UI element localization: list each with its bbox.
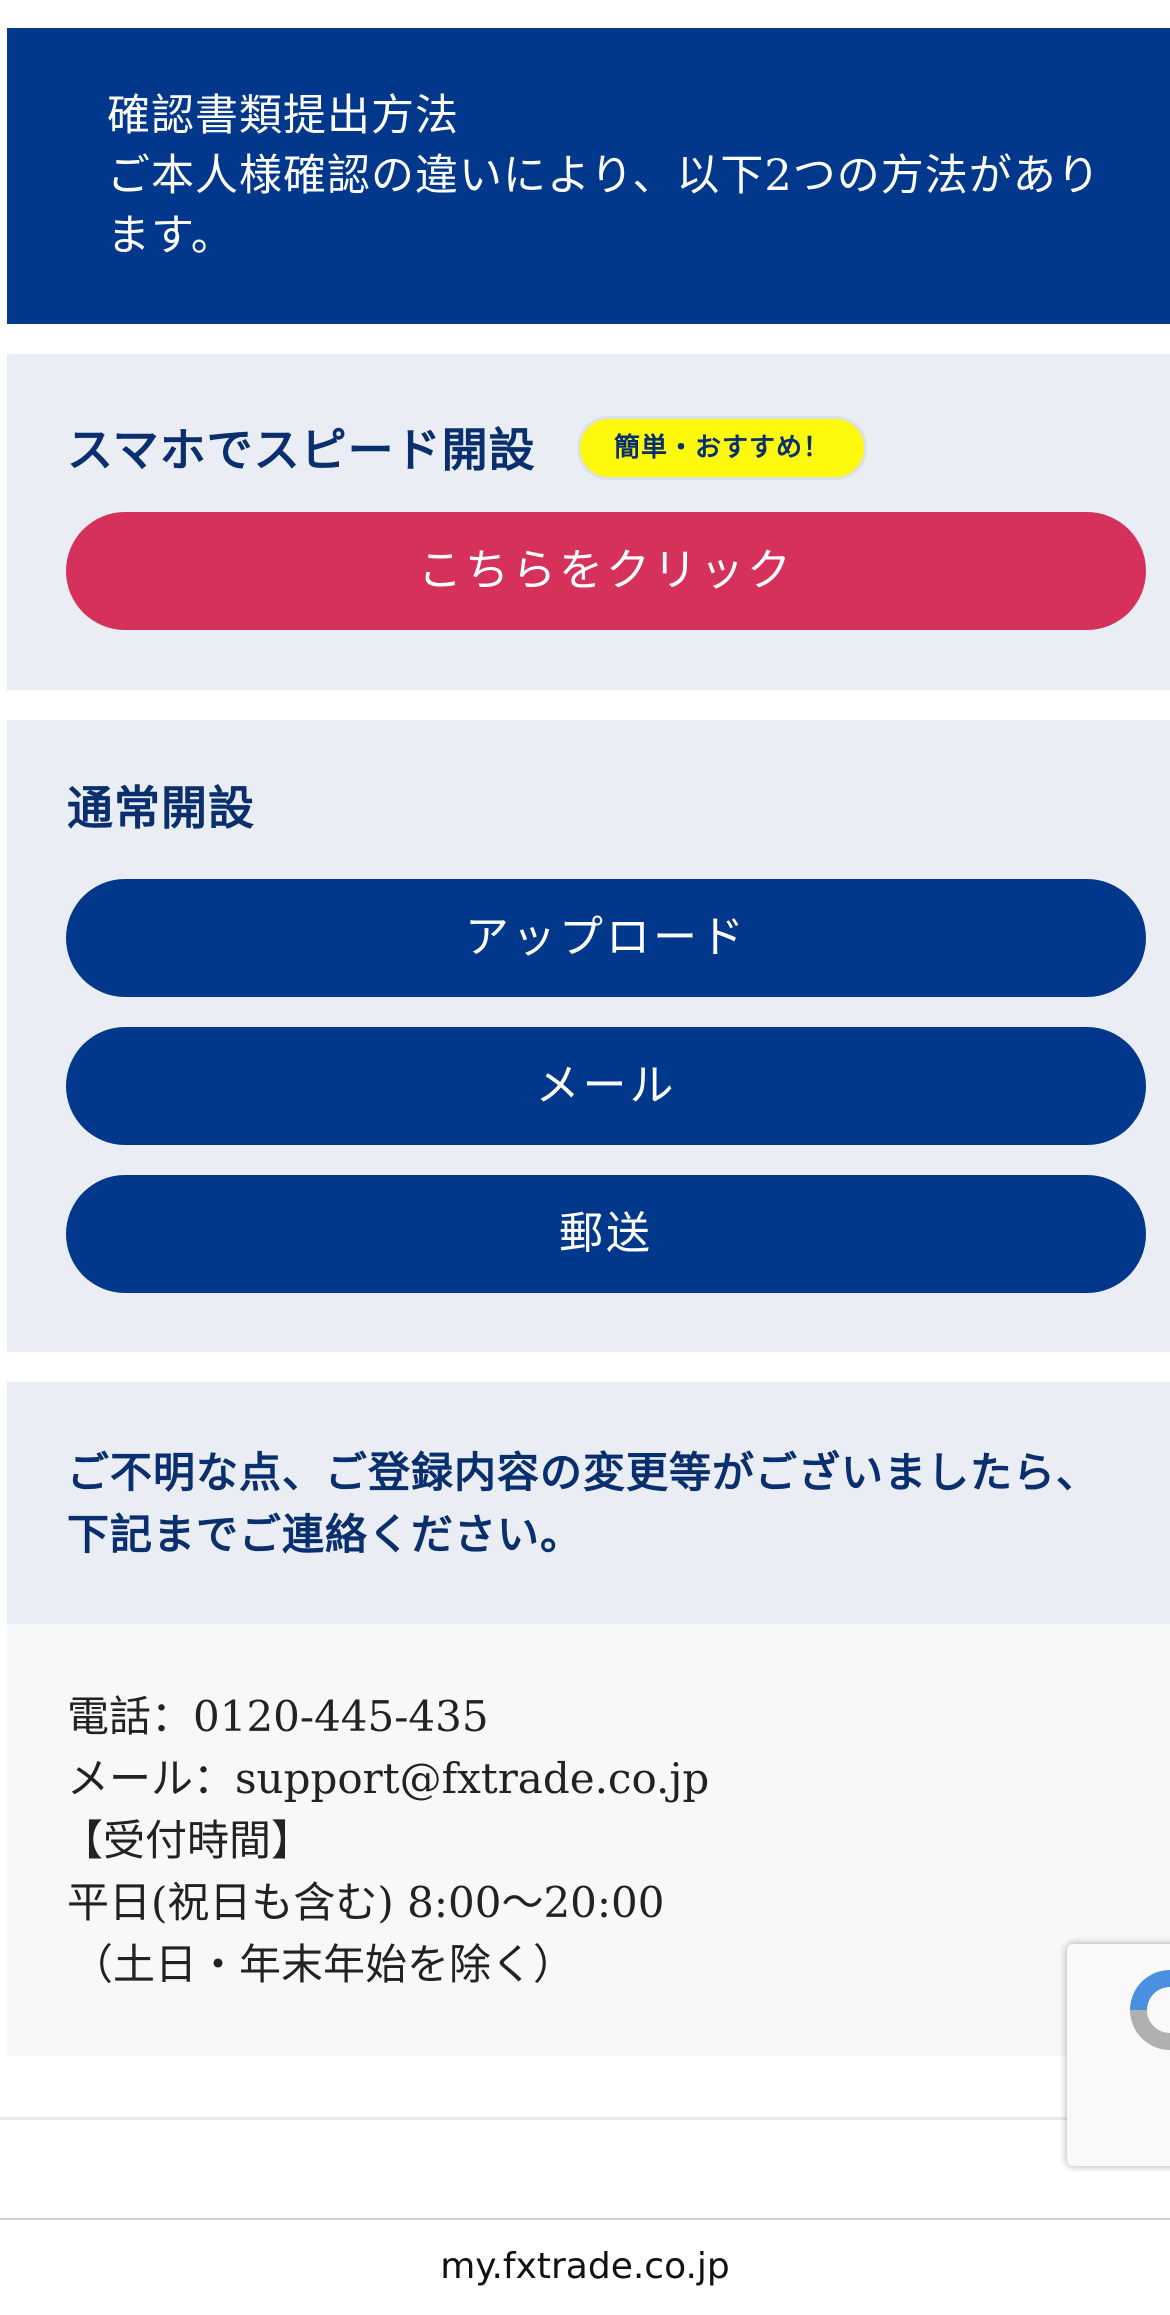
document-submission-banner: 確認書類提出方法 ご本人様確認の違いにより、以下2つの方法があります。 [7,28,1170,324]
banner-title: 確認書類提出方法 [107,91,459,141]
contact-info-lines: 電話：0120-445-435 メール：support@fxtrade.co.j… [61,1686,709,1996]
recaptcha-badge[interactable] [1067,1944,1170,2166]
business-hours-label: 【受付時間】 [61,1816,314,1865]
business-hours: 平日(祝日も含む) 8:00〜20:00 [67,1878,665,1927]
contact-notice-section: ご不明な点、ご登録内容の変更等がございましたら、下記までご連絡ください。 [7,1382,1170,1624]
phone-number[interactable]: 電話：0120-445-435 [67,1686,709,1748]
speed-opening-click-button[interactable]: こちらをクリック [66,512,1146,630]
contact-notice-text: ご不明な点、ご登録内容の変更等がございましたら、下記までご連絡ください。 [67,1448,1100,1559]
contact-info-section: 電話：0120-445-435 メール：support@fxtrade.co.j… [7,1624,1170,2056]
page-url[interactable]: my.fxtrade.co.jp [0,2242,1170,2292]
support-email[interactable]: メール：support@fxtrade.co.jp [67,1748,709,1810]
normal-opening-section: 通常開設 アップロード メール 郵送 [7,720,1170,1352]
recaptcha-icon [1130,1970,1170,2050]
mail-button[interactable]: メール [66,1027,1146,1145]
postal-button[interactable]: 郵送 [66,1175,1146,1293]
browser-url-bar[interactable]: my.fxtrade.co.jp [0,2218,1170,2315]
speed-opening-section: スマホでスピード開設 簡単・おすすめ！ こちらをクリック [7,354,1170,690]
footer-divider [0,2117,1170,2120]
speed-opening-title: スマホでスピード開設 [67,423,536,477]
normal-opening-title: 通常開設 [67,781,255,835]
recommended-badge: 簡単・おすすめ！ [577,416,867,480]
banner-description: ご本人様確認の違いにより、以下2つの方法があります。 [107,151,1101,261]
business-hours-exclusions: （土日・年末年始を除く） [71,1940,576,1989]
upload-button[interactable]: アップロード [66,879,1146,997]
